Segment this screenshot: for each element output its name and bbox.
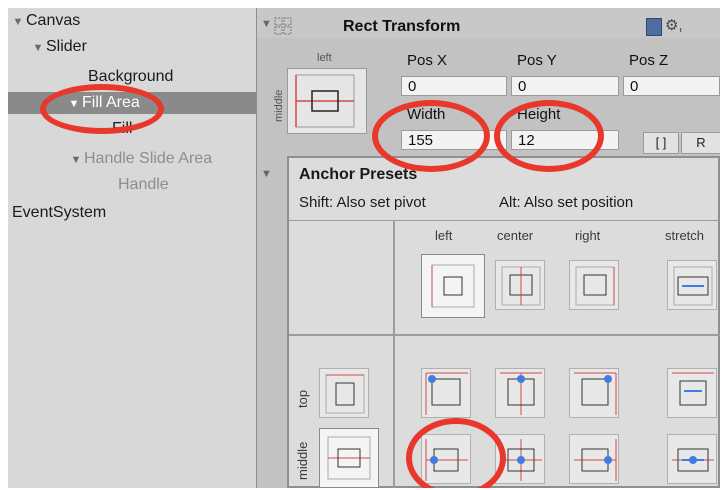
anchor-preset-icon <box>431 264 475 308</box>
rect-transform-icon <box>274 17 292 35</box>
expand-arrow-icon[interactable]: ▼ <box>12 11 24 33</box>
anchor-preset-icon <box>425 372 468 415</box>
anchor-preset-icon <box>673 266 713 306</box>
item-label: EventSystem <box>12 204 107 221</box>
annotation-circle-fill-area <box>40 84 164 134</box>
anchor-preset-middle-right[interactable] <box>569 434 619 484</box>
editor-window: ▼ Canvas ▼ Slider Background ▼ Fill Area Fi… <box>8 8 720 488</box>
row-label-top: top <box>295 389 310 408</box>
anchor-vertical-label: middle <box>273 89 285 122</box>
gear-icon[interactable]: ⚙, <box>665 16 683 34</box>
anchor-preset-icon <box>574 372 617 415</box>
column-label-center: center <box>497 228 534 243</box>
anchor-preset-icon <box>500 372 542 415</box>
shift-hint: Shift: Also set pivot <box>299 194 426 211</box>
component-header[interactable]: ▼ Rect Transform ⚙, <box>257 8 720 38</box>
hierarchy-item-handle-slide-area[interactable]: ▼ Handle Slide Area <box>70 148 213 171</box>
divider <box>289 220 720 221</box>
divider <box>393 220 395 488</box>
pos-x-label: Pos X <box>407 52 448 69</box>
anchor-preset-icon <box>575 266 615 306</box>
pos-y-field[interactable]: 0 <box>511 76 619 96</box>
alt-hint: Alt: Also set position <box>499 194 634 211</box>
anchor-preset-top-center[interactable] <box>495 368 545 418</box>
collapse-arrow-icon[interactable]: ▼ <box>261 18 272 30</box>
item-label: Handle <box>118 176 169 193</box>
anchor-preset-none-right[interactable] <box>569 260 619 310</box>
item-label: Canvas <box>26 12 81 29</box>
annotation-circle-middle-left <box>406 418 506 488</box>
collapse-arrow-icon[interactable]: ▼ <box>261 168 272 180</box>
anchor-preset-top-stretch[interactable] <box>667 368 717 418</box>
hierarchy-panel: ▼ Canvas ▼ Slider Background ▼ Fill Area Fi… <box>8 8 257 488</box>
pos-z-label: Pos Z <box>629 52 669 69</box>
anchor-preset-top-right[interactable] <box>569 368 619 418</box>
anchor-preset-none-left[interactable] <box>421 254 485 318</box>
item-label: Background <box>88 68 174 85</box>
expand-arrow-icon[interactable]: ▼ <box>70 149 82 171</box>
anchor-preset-button[interactable] <box>287 68 367 134</box>
help-book-icon[interactable] <box>646 18 662 36</box>
anchor-preset-icon <box>325 374 365 414</box>
hierarchy-item-canvas[interactable]: ▼ Canvas <box>12 10 81 33</box>
annotation-circle-height <box>494 100 604 172</box>
annotation-circle-width <box>372 100 490 172</box>
hierarchy-item-eventsystem[interactable]: EventSystem <box>12 202 106 224</box>
anchor-preset-top-left[interactable] <box>421 368 471 418</box>
anchor-preset-icon <box>327 436 371 480</box>
popup-title: Anchor Presets <box>299 166 418 183</box>
anchor-preset-icon <box>295 74 355 128</box>
raw-edit-button[interactable]: R <box>681 132 720 154</box>
column-label-stretch: stretch <box>665 228 705 243</box>
anchor-presets-popup: Anchor Presets Shift: Also set pivot Alt… <box>287 156 720 488</box>
hierarchy-item-slider[interactable]: ▼ Slider <box>32 36 87 58</box>
hierarchy-item-handle[interactable]: Handle <box>118 174 169 196</box>
expand-arrow-icon[interactable]: ▼ <box>32 37 44 59</box>
anchor-preset-icon <box>672 448 714 472</box>
anchor-preset-icon <box>672 372 714 406</box>
item-label: Handle Slide Area <box>84 150 213 167</box>
anchor-preset-none-stretch[interactable] <box>667 260 717 310</box>
pos-y-label: Pos Y <box>517 52 557 69</box>
anchor-preset-none-center[interactable] <box>495 260 545 310</box>
pos-x-field[interactable]: 0 <box>401 76 507 96</box>
anchor-preset-middle-none[interactable] <box>319 428 379 488</box>
anchor-preset-middle-stretch[interactable] <box>667 434 717 484</box>
column-label-left: left <box>435 228 453 243</box>
anchor-preset-icon <box>501 266 541 306</box>
blueprint-mode-button[interactable]: [ ] <box>643 132 679 154</box>
divider <box>289 334 720 336</box>
anchor-preset-top-none[interactable] <box>319 368 369 418</box>
item-label: Slider <box>46 38 87 55</box>
row-label-middle: middle <box>295 441 310 480</box>
component-title: Rect Transform <box>343 18 461 35</box>
anchor-preset-icon <box>574 439 617 481</box>
column-label-right: right <box>575 228 601 243</box>
anchor-horizontal-label: left <box>317 52 332 64</box>
pos-z-field[interactable]: 0 <box>623 76 720 96</box>
